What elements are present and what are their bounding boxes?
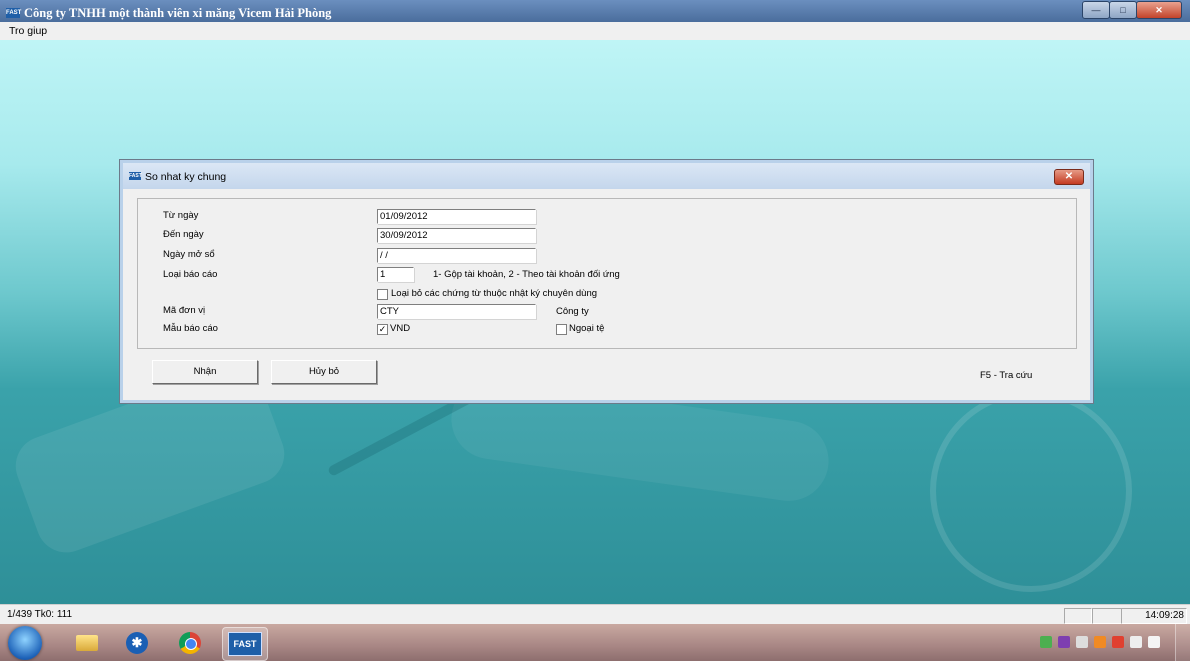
- foreign-currency-checkbox[interactable]: [556, 324, 567, 335]
- taskbar-bluetooth[interactable]: ✱: [115, 627, 159, 659]
- from-date-field[interactable]: 01/09/2012: [377, 209, 536, 224]
- bluetooth-icon: ✱: [126, 632, 148, 654]
- v-tray-icon[interactable]: [1058, 636, 1070, 648]
- report-template-label: Mẫu báo cáo: [163, 323, 218, 334]
- taskbar: ✱ FAST: [0, 624, 1190, 661]
- status-cell-1: [1064, 608, 1092, 624]
- open-book-date-label: Ngày mở sổ: [163, 249, 215, 260]
- report-type-hint: 1- Gộp tài khoản, 2 - Theo tài khoản đối…: [433, 269, 620, 280]
- network-tray-icon[interactable]: [1040, 636, 1052, 648]
- status-cell-2: [1092, 608, 1122, 624]
- f5-lookup-hint: F5 - Tra cứu: [980, 370, 1033, 381]
- app-title-bar: FAST Công ty TNHH một thành viên xi măng…: [0, 0, 1190, 22]
- monitor-tray-icon[interactable]: [1076, 636, 1088, 648]
- dialog-title: So nhat ky chung: [145, 171, 227, 183]
- fast-app-icon: FAST: [6, 8, 22, 18]
- to-date-field[interactable]: 30/09/2012: [377, 228, 536, 243]
- report-type-label: Loại báo cáo: [163, 269, 218, 280]
- app-title: Công ty TNHH một thành viên xi măng Vice…: [24, 6, 332, 20]
- show-desktop-button[interactable]: [1175, 624, 1190, 661]
- system-tray: [1040, 636, 1160, 648]
- volume-tray-icon[interactable]: [1148, 636, 1160, 648]
- taskbar-fast[interactable]: FAST: [222, 627, 268, 661]
- unit-code-label: Mã đơn vị: [163, 305, 206, 316]
- close-button[interactable]: ✕: [1136, 1, 1182, 19]
- chrome-icon: [179, 632, 201, 654]
- vnd-label: VND: [390, 323, 411, 334]
- pen-watermark: [327, 393, 473, 477]
- clock-watermark: [930, 390, 1132, 592]
- dialog-title-bar: FAST So nhat ky chung ✕: [123, 163, 1090, 189]
- folder-icon: [76, 635, 98, 651]
- window-controls: — □ ✕: [1082, 1, 1182, 19]
- maximize-button[interactable]: □: [1109, 1, 1137, 19]
- status-clock: 14:09:28: [1121, 608, 1187, 624]
- parameters-group: Từ ngày 01/09/2012 Đến ngày 30/09/2012 N…: [137, 198, 1077, 349]
- fast-dialog-icon: FAST: [129, 172, 142, 180]
- menu-bar: Tro giup: [0, 22, 1190, 41]
- menu-help[interactable]: Tro giup: [9, 25, 47, 37]
- start-orb-icon[interactable]: [8, 626, 42, 660]
- fast-icon: FAST: [228, 632, 262, 656]
- to-date-label: Đến ngày: [163, 229, 204, 240]
- taskbar-chrome[interactable]: [168, 627, 212, 659]
- vnd-checkbox[interactable]: ✓: [377, 324, 388, 335]
- taskbar-explorer[interactable]: [65, 627, 109, 659]
- antivirus-tray-icon[interactable]: [1094, 636, 1106, 648]
- unit-code-field[interactable]: CTY: [377, 304, 536, 319]
- exclude-special-journal-checkbox[interactable]: [377, 289, 388, 300]
- report-dialog: FAST So nhat ky chung ✕ Từ ngày 01/09/20…: [119, 159, 1094, 404]
- status-bar: 1/439 Tk0: 111 14:09:28: [0, 604, 1190, 625]
- ok-button[interactable]: Nhận: [152, 360, 258, 384]
- open-book-date-field[interactable]: / /: [377, 248, 536, 263]
- unit-name-text: Công ty: [556, 306, 589, 317]
- status-record-info: 1/439 Tk0: 111: [7, 609, 73, 620]
- report-type-field[interactable]: 1: [377, 267, 414, 282]
- minimize-button[interactable]: —: [1082, 1, 1110, 19]
- dialog-body: Từ ngày 01/09/2012 Đến ngày 30/09/2012 N…: [123, 189, 1090, 400]
- from-date-label: Từ ngày: [163, 210, 199, 221]
- battery-tray-icon[interactable]: [1130, 636, 1142, 648]
- cancel-button[interactable]: Hủy bỏ: [271, 360, 377, 384]
- exclude-special-journal-label: Loại bỏ các chứng từ thuộc nhật ký chuyê…: [391, 288, 598, 299]
- flag-tray-icon[interactable]: [1112, 636, 1124, 648]
- dialog-close-button[interactable]: ✕: [1054, 169, 1084, 185]
- foreign-currency-label: Ngoại tệ: [569, 323, 605, 334]
